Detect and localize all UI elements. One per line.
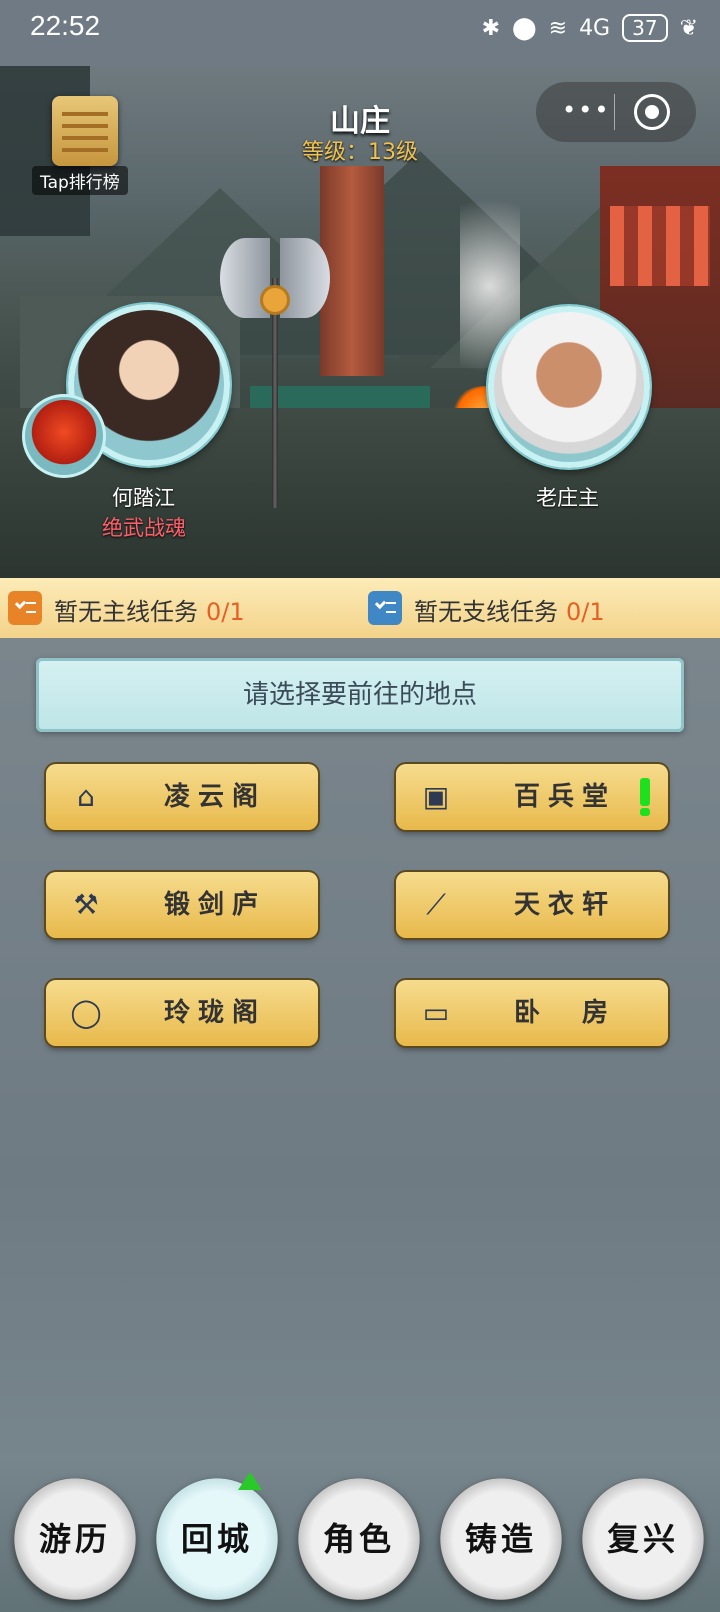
bluetooth-icon: ✱ (481, 15, 500, 41)
main-quest-icon (8, 591, 42, 625)
side-quest-label: 暂无支线任务 (414, 598, 558, 626)
main-quest[interactable]: 暂无主线任务 0/1 (54, 592, 245, 627)
location-icon: ⬤ (512, 15, 537, 41)
main-quest-count: 0/1 (206, 598, 245, 626)
nav-huicheng-button[interactable]: 回城 (156, 1472, 278, 1600)
location-wofang-button[interactable]: ▭ 卧 房 (396, 980, 668, 1046)
hero-name: 何踏江 (112, 486, 175, 510)
halberd-shaft (272, 278, 278, 508)
nav-zhuzao-button[interactable]: 铸造 (440, 1478, 562, 1600)
location-label: 凌云阁 (163, 782, 266, 812)
nav-label: 铸造 (464, 1520, 537, 1558)
halberd-icon (220, 238, 330, 518)
nav-label: 角色 (322, 1520, 395, 1558)
elder-avatar[interactable] (488, 306, 650, 468)
hero-title: 绝武战魂 (102, 516, 186, 540)
ring-icon: ◯ (70, 996, 102, 1029)
location-label: 卧 房 (513, 998, 616, 1028)
nav-label: 复兴 (606, 1520, 679, 1558)
close-target-icon[interactable] (634, 94, 670, 130)
nav-fuxing-button[interactable]: 复兴 (582, 1478, 704, 1600)
needle-icon: ⟋ (426, 888, 446, 921)
location-baibingtang-button[interactable]: ▣ 百兵堂 (396, 764, 668, 830)
status-time: 22:52 (30, 10, 101, 41)
side-quest-icon (368, 591, 402, 625)
quest-bar: 暂无主线任务 0/1 暂无支线任务 0/1 (0, 578, 720, 638)
location-lingyunge-button[interactable]: ⌂ 凌云阁 (46, 764, 318, 830)
wifi-icon: ≋ (548, 15, 568, 41)
location-label: 锻剑庐 (163, 890, 266, 920)
anvil-icon: ⚒ (73, 888, 99, 921)
status-bar: 22:52 ✱ ⬤ ≋ 4G 37 ❦ (0, 0, 720, 66)
battery-icon: 37 (622, 14, 668, 42)
location-linglongge-button[interactable]: ◯ 玲珑阁 (46, 980, 318, 1046)
location-tianyixuan-button[interactable]: ⟋ 天衣轩 (396, 872, 668, 938)
nav-youli-button[interactable]: 游历 (14, 1478, 136, 1600)
status-icons: ✱ ⬤ ≋ 4G 37 ❦ (482, 14, 698, 42)
side-quest[interactable]: 暂无支线任务 0/1 (414, 592, 605, 627)
miniprogram-capsule: ••• (536, 82, 696, 142)
bed-icon: ▭ (422, 996, 450, 1029)
clipboard-icon: ▣ (422, 780, 450, 813)
more-icon[interactable]: ••• (562, 96, 610, 124)
nav-label: 回城 (180, 1520, 253, 1558)
nav-label: 游历 (38, 1520, 111, 1558)
elder-name: 老庄主 (536, 486, 599, 510)
location-label: 天衣轩 (513, 890, 616, 920)
nav-jiaose-button[interactable]: 角色 (298, 1478, 420, 1600)
leaf-icon: ❦ (679, 15, 698, 41)
location-label: 玲珑阁 (163, 998, 266, 1028)
halberd-gem (263, 288, 287, 312)
capsule-divider (614, 94, 615, 130)
halberd-blade-left (220, 238, 270, 318)
leaderboard-button[interactable]: Tap排行榜 (32, 166, 128, 195)
main-quest-label: 暂无主线任务 (54, 598, 198, 626)
halberd-blade-right (280, 238, 330, 318)
side-quest-count: 0/1 (566, 598, 605, 626)
alert-icon (640, 778, 650, 816)
home-icon: ⌂ (77, 780, 95, 813)
dragon-pet-avatar[interactable] (22, 394, 106, 478)
signal-4g-icon: 4G (579, 15, 611, 41)
location-prompt: 请选择要前往的地点 (36, 658, 684, 732)
location-label: 百兵堂 (513, 782, 616, 812)
location-duanjianlu-button[interactable]: ⚒ 锻剑庐 (46, 872, 318, 938)
scroll-icon[interactable] (52, 96, 118, 166)
